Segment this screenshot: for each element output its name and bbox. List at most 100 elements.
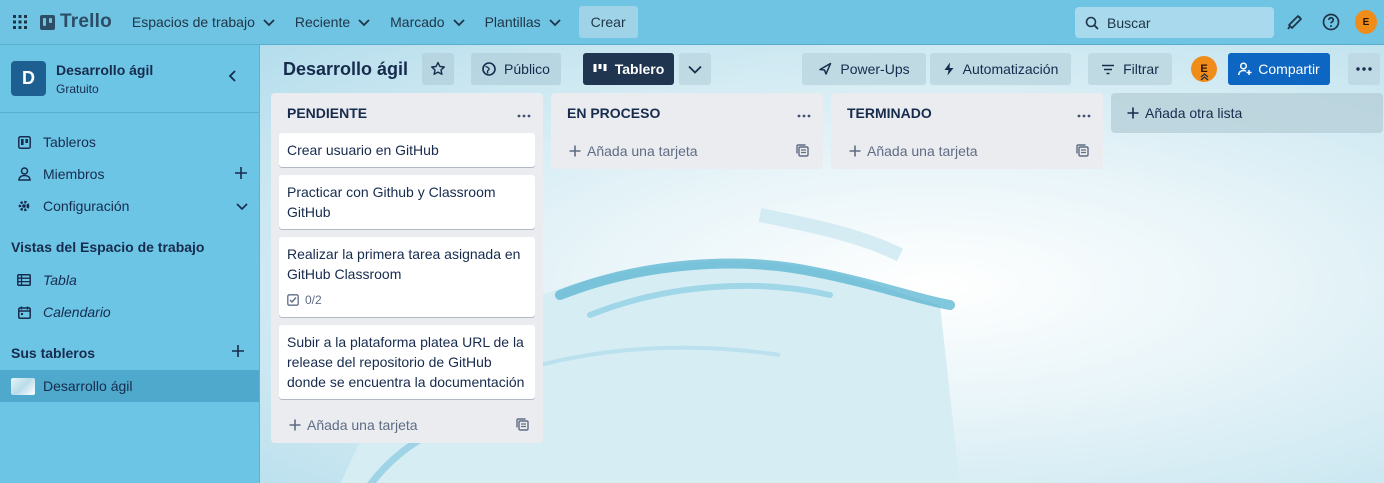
sidebar-item-label: Miembros bbox=[43, 166, 105, 182]
sidebar-item-calendar-view[interactable]: Calendario bbox=[0, 296, 260, 328]
search-placeholder: Buscar bbox=[1107, 14, 1151, 31]
add-list-button[interactable]: Añada otra lista bbox=[1111, 93, 1383, 133]
card-template-icon[interactable] bbox=[796, 144, 809, 157]
board-member-avatar[interactable]: E bbox=[1191, 56, 1217, 82]
list-title[interactable]: EN PROCESO bbox=[567, 105, 660, 121]
sidebar-item-boards[interactable]: Tableros bbox=[0, 126, 260, 158]
list-more-icon[interactable] bbox=[1077, 105, 1091, 121]
sidebar-item-label: Tabla bbox=[43, 272, 77, 288]
sidebar-item-label: Calendario bbox=[43, 304, 111, 320]
trello-logo-icon bbox=[40, 14, 55, 30]
globe-icon bbox=[482, 62, 496, 76]
sidebar-board-label: Desarrollo ágil bbox=[43, 378, 133, 394]
automation-button[interactable]: Automatización bbox=[930, 53, 1071, 85]
chevron-down-icon bbox=[358, 14, 370, 30]
board-header: Desarrollo ágil Público Tablero Power-Up… bbox=[260, 45, 1384, 93]
chevron-down-icon[interactable] bbox=[236, 198, 248, 214]
star-icon bbox=[430, 61, 446, 77]
menu-starred[interactable]: Marcado bbox=[380, 6, 474, 38]
star-board-button[interactable] bbox=[422, 53, 454, 85]
workspace-name[interactable]: Desarrollo ágil bbox=[56, 62, 153, 78]
add-board-plus-icon[interactable] bbox=[231, 344, 245, 361]
person-icon bbox=[16, 167, 32, 181]
share-button[interactable]: Compartir bbox=[1228, 53, 1330, 85]
plus-icon bbox=[849, 145, 861, 157]
sidebar-item-members[interactable]: Miembros bbox=[0, 158, 260, 190]
sidebar-item-settings[interactable]: Configuración bbox=[0, 190, 260, 222]
menu-workspaces-label: Espacios de trabajo bbox=[131, 14, 255, 30]
sidebar-item-label: Tableros bbox=[43, 134, 96, 150]
card-title: Crear usuario en GitHub bbox=[287, 142, 439, 158]
switch-views-button[interactable] bbox=[679, 53, 711, 85]
visibility-label: Público bbox=[504, 61, 550, 77]
plus-icon bbox=[569, 145, 581, 157]
board-view-button[interactable]: Tablero bbox=[583, 53, 674, 85]
add-list-label: Añada otra lista bbox=[1145, 105, 1243, 121]
list-pendiente: PENDIENTE Crear usuario en GitHub Practi… bbox=[271, 93, 543, 443]
your-boards-heading: Sus tableros bbox=[11, 345, 96, 361]
admin-chevron-icon bbox=[1200, 73, 1209, 81]
menu-recent-label: Reciente bbox=[294, 14, 351, 30]
search-icon bbox=[1085, 16, 1099, 30]
search-input[interactable]: Buscar bbox=[1075, 7, 1274, 38]
list-card[interactable]: Realizar la primera tarea asignada en Gi… bbox=[279, 237, 535, 317]
add-member-plus-icon[interactable] bbox=[234, 166, 248, 183]
create-button[interactable]: Crear bbox=[578, 6, 638, 38]
sidebar-item-label: Configuración bbox=[43, 198, 130, 214]
list-terminado: TERMINADO Añada una tarjeta bbox=[831, 93, 1103, 169]
checklist-icon bbox=[287, 294, 299, 306]
card-template-icon[interactable] bbox=[516, 418, 529, 431]
filter-button[interactable]: Filtrar bbox=[1088, 53, 1172, 85]
add-person-icon bbox=[1238, 62, 1252, 76]
power-ups-button[interactable]: Power-Ups bbox=[802, 53, 926, 85]
help-icon[interactable] bbox=[1320, 11, 1342, 33]
filter-label: Filtrar bbox=[1123, 61, 1159, 77]
board-icon bbox=[16, 135, 32, 149]
list-card[interactable]: Crear usuario en GitHub bbox=[279, 133, 535, 167]
add-card-button[interactable]: Añada una tarjeta bbox=[551, 133, 823, 169]
apps-grid-icon[interactable] bbox=[8, 10, 32, 34]
visibility-button[interactable]: Público bbox=[471, 53, 561, 85]
list-title[interactable]: PENDIENTE bbox=[287, 105, 367, 121]
card-template-icon[interactable] bbox=[1076, 144, 1089, 157]
workspace-views-heading: Vistas del Espacio de trabajo bbox=[11, 239, 205, 255]
list-card[interactable]: Practicar con Github y Classroom GitHub bbox=[279, 175, 535, 229]
workspace-sidebar: D Desarrollo ágil Gratuito Tableros Miem… bbox=[0, 45, 260, 483]
power-ups-label: Power-Ups bbox=[840, 61, 910, 77]
chevron-down-icon bbox=[263, 14, 275, 30]
more-horizontal-icon bbox=[1356, 67, 1372, 71]
list-title[interactable]: TERMINADO bbox=[847, 105, 932, 121]
checklist-count: 0/2 bbox=[305, 293, 322, 307]
add-card-label: Añada una tarjeta bbox=[587, 143, 698, 159]
sidebar-item-table-view[interactable]: Tabla bbox=[0, 264, 260, 296]
add-card-label: Añada una tarjeta bbox=[307, 417, 418, 433]
list-more-icon[interactable] bbox=[797, 105, 811, 121]
menu-templates-label: Plantillas bbox=[484, 14, 541, 30]
automation-label: Automatización bbox=[962, 61, 1059, 77]
list-more-icon[interactable] bbox=[517, 105, 531, 121]
add-card-button[interactable]: Añada una tarjeta bbox=[831, 133, 1103, 169]
card-title: Subir a la plataforma platea URL de la r… bbox=[287, 334, 525, 390]
trello-logo[interactable]: Trello bbox=[40, 11, 112, 33]
account-avatar[interactable]: E bbox=[1355, 10, 1377, 34]
trello-logo-text: Trello bbox=[60, 11, 112, 32]
add-card-label: Añada una tarjeta bbox=[867, 143, 978, 159]
chevron-down-icon bbox=[452, 14, 465, 30]
card-title: Practicar con Github y Classroom GitHub bbox=[287, 184, 496, 220]
menu-recent[interactable]: Reciente bbox=[285, 6, 380, 38]
list-card[interactable]: Subir a la plataforma platea URL de la r… bbox=[279, 325, 535, 399]
top-navigation-bar: Trello Espacios de trabajo Reciente Marc… bbox=[0, 0, 1384, 45]
board-title[interactable]: Desarrollo ágil bbox=[283, 59, 408, 80]
checklist-badge: 0/2 bbox=[287, 290, 527, 310]
list-header: PENDIENTE bbox=[271, 93, 543, 133]
sidebar-board-item[interactable]: Desarrollo ágil bbox=[0, 370, 259, 402]
board-menu-button[interactable] bbox=[1348, 53, 1380, 85]
add-card-button[interactable]: Añada una tarjeta bbox=[271, 407, 543, 443]
collapse-sidebar-chevron-left-icon[interactable] bbox=[228, 69, 237, 85]
list-en-proceso: EN PROCESO Añada una tarjeta bbox=[551, 93, 823, 169]
list-header: EN PROCESO bbox=[551, 93, 823, 133]
menu-starred-label: Marcado bbox=[390, 14, 445, 30]
menu-workspaces[interactable]: Espacios de trabajo bbox=[122, 6, 285, 38]
menu-templates[interactable]: Plantillas bbox=[475, 6, 571, 38]
notifications-megaphone-icon[interactable] bbox=[1284, 11, 1306, 33]
